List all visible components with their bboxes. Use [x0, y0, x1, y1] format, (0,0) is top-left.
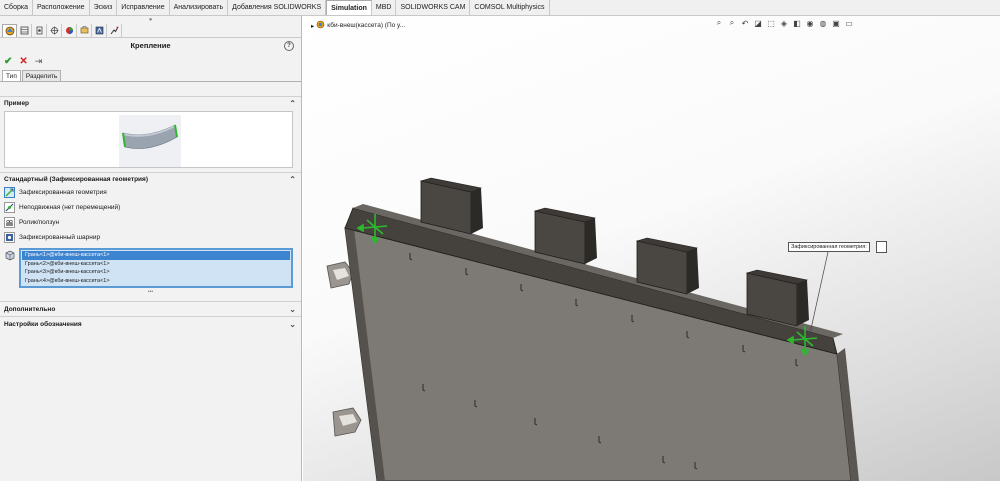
option-fixed-hinge[interactable]: Зафиксированный шарнир	[0, 230, 301, 245]
property-manager-title: Крепление ?	[0, 38, 301, 54]
manager-icon-tabs	[0, 24, 301, 38]
list-resize-handle[interactable]: •••	[0, 288, 301, 296]
cam-operation-icon[interactable]	[92, 24, 107, 37]
chevron-up-icon[interactable]: ⌃	[289, 97, 296, 110]
ok-checkmark-icon[interactable]: ✔	[4, 56, 12, 67]
option-roller-slider[interactable]: Ролик/ползун	[0, 215, 301, 230]
action-buttons: ✔ ✕ ⇥	[0, 54, 301, 68]
face-selection-icon	[4, 249, 16, 261]
example-preview-box	[4, 111, 293, 168]
chevron-down-icon[interactable]: ⌄	[289, 317, 296, 332]
selection-list-item[interactable]: Грань<3>@кби-внеш-кассета<1>	[22, 268, 290, 277]
config-manager-icon[interactable]	[32, 24, 47, 37]
standard-header-label: Стандартный (Зафиксированная геометрия)	[4, 176, 149, 183]
dim-xpert-icon[interactable]	[47, 24, 62, 37]
selection-list-item[interactable]: Грань<4>@кби-внеш-кассета<1>	[22, 277, 290, 286]
chevron-up-icon[interactable]: ⌃	[289, 173, 296, 186]
top-block-4-side	[797, 280, 809, 326]
top-block-3-side	[687, 248, 699, 294]
pushpin-icon[interactable]: ⇥	[35, 56, 43, 67]
example-header-label: Пример	[4, 100, 30, 107]
face-selection-list[interactable]: Грань<1>@кби-внеш-кассета<1> Грань<2>@кб…	[19, 248, 293, 288]
display-manager-icon[interactable]	[62, 24, 77, 37]
tab-comsol[interactable]: COMSOL Multiphysics	[470, 0, 550, 15]
tab-evaluate[interactable]: Анализировать	[170, 0, 229, 15]
symbol-settings-group-header[interactable]: Настройки обозначения ⌄	[0, 316, 301, 331]
option-fixed-geometry-label: Зафиксированная геометрия	[19, 189, 107, 196]
roller-slider-icon	[4, 217, 15, 228]
command-manager-tabs: Сборка Расположение Эскиз Исправление Ан…	[0, 0, 1000, 16]
tab-assembly[interactable]: Сборка	[0, 0, 33, 15]
property-manager-panel: ● Крепление ? ✔ ✕ ⇥ Тип Разделить Пример…	[0, 16, 302, 481]
example-preview-image	[119, 115, 181, 167]
cancel-x-icon[interactable]: ✕	[19, 56, 27, 67]
option-roller-slider-label: Ролик/ползун	[19, 219, 60, 226]
advanced-header-label: Дополнительно	[4, 306, 56, 313]
help-icon[interactable]: ?	[284, 41, 294, 51]
fixture-callout-label[interactable]: Зафиксированная геометрия:	[788, 242, 870, 252]
tab-split[interactable]: Разделить	[21, 70, 62, 81]
symbol-header-label: Настройки обозначения	[4, 321, 82, 328]
cam-tool-icon[interactable]	[107, 24, 122, 37]
tab-addins[interactable]: Добавления SOLIDWORKS	[228, 0, 327, 15]
cam-feature-icon[interactable]	[77, 24, 92, 37]
fixture-title-text: Крепление	[130, 41, 171, 50]
feature-manager-icon[interactable]	[17, 24, 32, 37]
top-block-2-side	[585, 218, 597, 264]
model-graphics	[326, 177, 859, 481]
option-fixed-hinge-label: Зафиксированный шарнир	[19, 234, 101, 241]
tab-repair[interactable]: Исправление	[117, 0, 170, 15]
option-fixed-geometry[interactable]: Зафиксированная геометрия	[0, 185, 301, 200]
example-group-header[interactable]: Пример ⌃	[0, 96, 301, 109]
tab-type[interactable]: Тип	[2, 70, 21, 81]
option-immovable[interactable]: Неподвижная (нет перемещений)	[0, 200, 301, 215]
simulation-study-icon[interactable]	[2, 24, 17, 37]
tab-layout[interactable]: Расположение	[33, 0, 90, 15]
panel-front-face	[344, 227, 852, 481]
fixed-geometry-icon	[4, 187, 15, 198]
tab-simulation[interactable]: Simulation	[326, 0, 372, 15]
callout-leader-line	[808, 251, 829, 339]
tab-mbd[interactable]: MBD	[372, 0, 397, 15]
selection-list-item[interactable]: Грань<1>@кби-внеш-кассета<1>	[22, 251, 290, 260]
callout-value-box[interactable]	[876, 241, 887, 253]
selection-area: Грань<1>@кби-внеш-кассета<1> Грань<2>@кб…	[0, 248, 301, 288]
tab-cam[interactable]: SOLIDWORKS CAM	[396, 0, 471, 15]
top-block-1-side	[471, 188, 483, 234]
immovable-icon	[4, 202, 15, 213]
option-immovable-label: Неподвижная (нет перемещений)	[19, 204, 121, 211]
fixture-sub-tabs: Тип Разделить	[0, 70, 301, 82]
chevron-down-icon[interactable]: ⌄	[289, 302, 296, 317]
tab-sketch[interactable]: Эскиз	[90, 0, 118, 15]
standard-group-header[interactable]: Стандартный (Зафиксированная геометрия) …	[0, 172, 301, 185]
selection-list-item[interactable]: Грань<2>@кби-внеш-кассета<1>	[22, 260, 290, 269]
graphics-viewport[interactable]: ▸ кби-внеш(кассета) (По у... ⌕ ⌕ ↶ ◪ ⬚ ◈…	[303, 16, 1000, 481]
panel-grip-icon[interactable]: ●	[0, 16, 301, 24]
advanced-group-header[interactable]: Дополнительно ⌄	[0, 301, 301, 316]
fixed-hinge-icon	[4, 232, 15, 243]
